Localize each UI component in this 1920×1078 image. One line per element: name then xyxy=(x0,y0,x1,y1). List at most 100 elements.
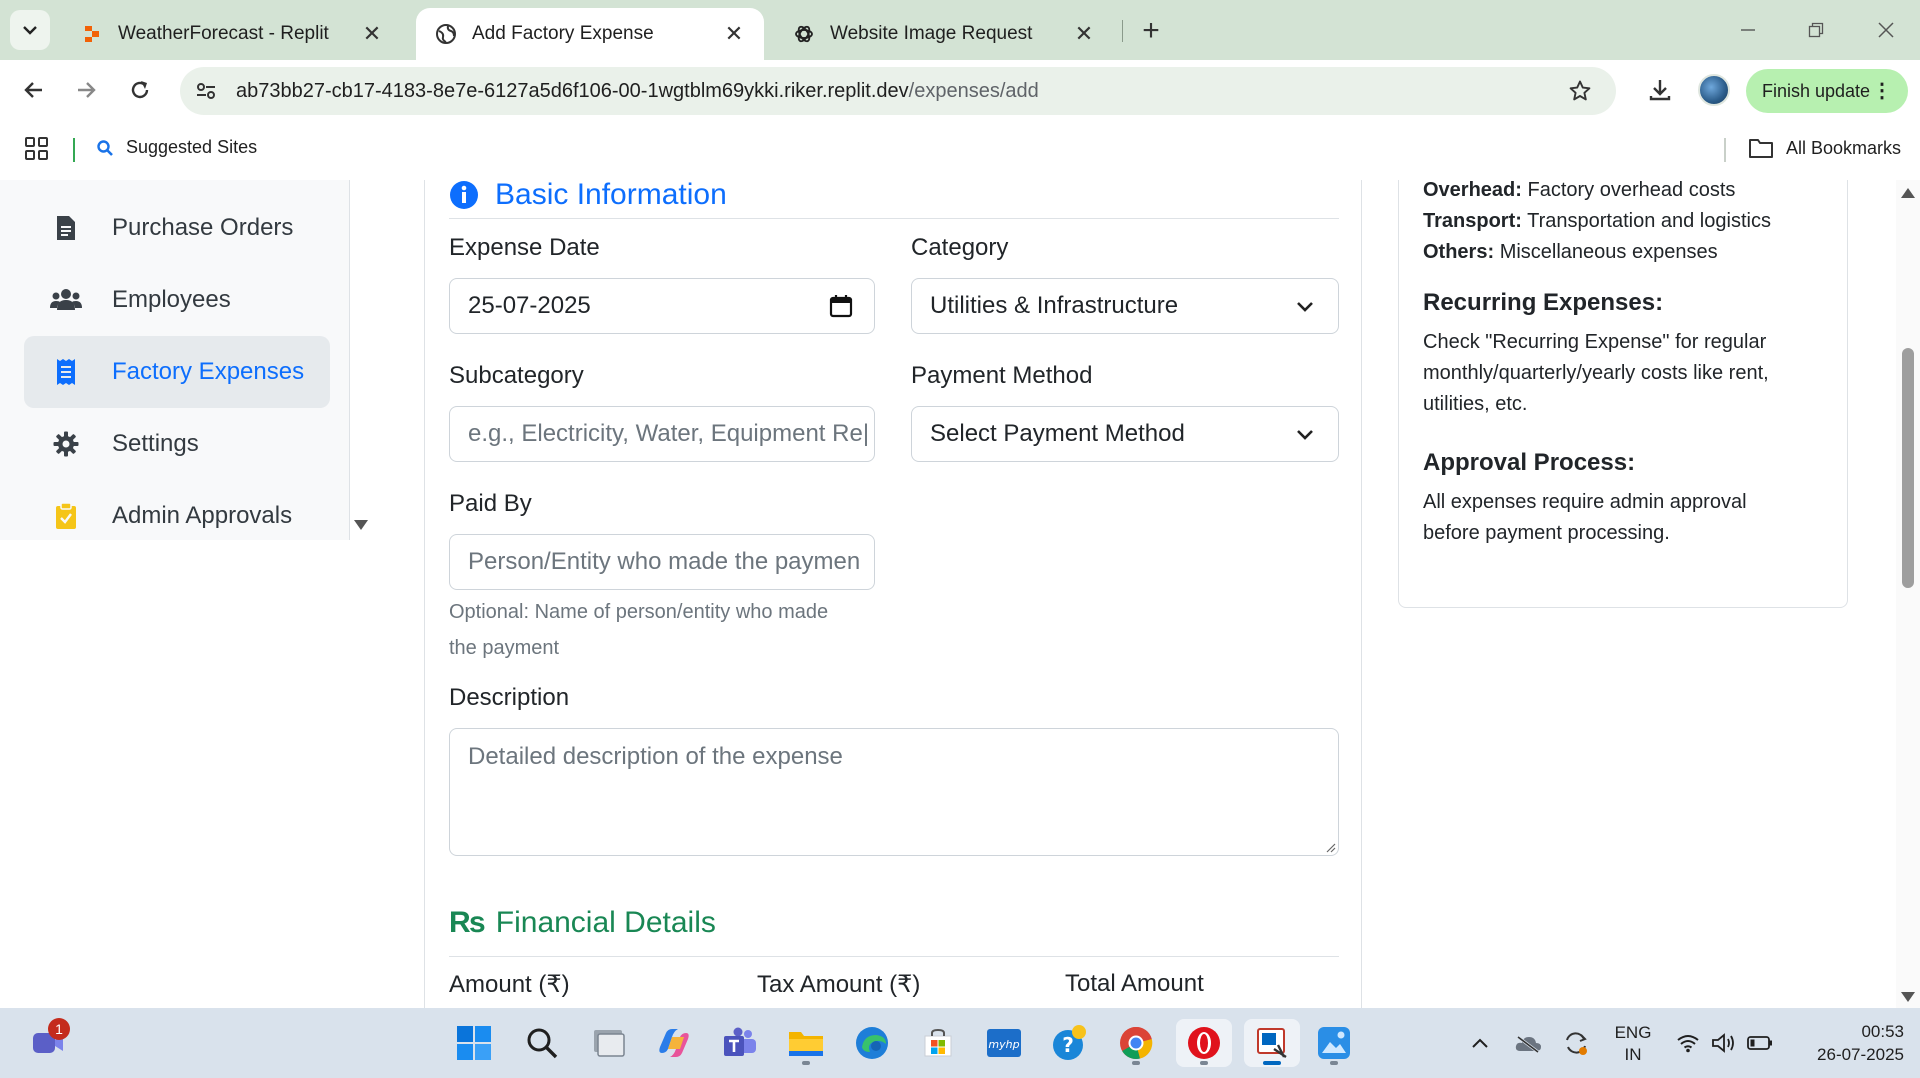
gear-icon xyxy=(48,426,84,462)
minimize-button[interactable] xyxy=(1724,10,1772,50)
tab-add-factory-expense[interactable]: Add Factory Expense ✕ xyxy=(416,8,764,60)
apps-grid-icon[interactable] xyxy=(24,136,52,164)
microsoft-store-icon[interactable] xyxy=(914,1019,962,1067)
tab-weatherforecast[interactable]: WeatherForecast - Replit ✕ xyxy=(62,8,402,60)
sidebar-scroll-down-arrow[interactable] xyxy=(354,520,368,530)
bookmark-suggested-sites[interactable]: Suggested Sites xyxy=(96,137,257,158)
replit-icon xyxy=(80,22,104,46)
users-icon xyxy=(48,282,84,318)
close-icon[interactable]: ✕ xyxy=(1072,21,1096,46)
scroll-down-arrow[interactable] xyxy=(1901,992,1915,1002)
payment-method-value: Select Payment Method xyxy=(930,420,1185,447)
restore-button[interactable] xyxy=(1792,10,1840,50)
forward-button[interactable] xyxy=(66,70,106,110)
search-icon[interactable] xyxy=(518,1019,566,1067)
chrome-icon[interactable] xyxy=(1112,1019,1160,1067)
back-button[interactable] xyxy=(14,70,54,110)
site-info-icon[interactable] xyxy=(186,71,226,111)
download-icon xyxy=(1649,80,1671,101)
description-label: Description xyxy=(449,684,570,711)
file-explorer-icon[interactable] xyxy=(782,1019,830,1067)
info-circle-icon xyxy=(450,181,478,209)
finish-update-button[interactable]: Finish update ⋮ xyxy=(1746,69,1908,113)
resize-grip-icon[interactable] xyxy=(1324,841,1336,853)
new-tab-button[interactable]: + xyxy=(1134,14,1168,48)
tab-separator xyxy=(1122,20,1123,42)
payment-method-select[interactable]: Select Payment Method xyxy=(911,406,1339,462)
calendar-icon[interactable] xyxy=(828,293,854,319)
language-indicator[interactable]: ENG IN xyxy=(1608,1022,1658,1066)
help-others-line: Others: Miscellaneous expenses xyxy=(1423,237,1718,268)
tab-website-image-request[interactable]: Website Image Request ✕ xyxy=(774,8,1114,60)
help-transport-line: Transport: Transportation and logistics xyxy=(1423,206,1771,237)
sidebar-item-settings[interactable]: Settings xyxy=(24,408,330,480)
close-icon[interactable]: ✕ xyxy=(360,21,384,46)
recurring-heading: Recurring Expenses: xyxy=(1423,289,1664,316)
globe-icon xyxy=(434,22,458,46)
help-desc: Transportation and logistics xyxy=(1527,210,1771,232)
browser-toolbar: ab73bb27-cb17-4183-8e7e-6127a5d6f106-00-… xyxy=(0,60,1920,120)
approval-heading: Approval Process: xyxy=(1423,449,1636,476)
help-icon[interactable]: ? xyxy=(1046,1019,1094,1067)
bookmarks-separator xyxy=(1724,138,1726,162)
volume-icon[interactable] xyxy=(1706,1008,1742,1078)
chevron-down-icon xyxy=(1297,430,1313,440)
sidebar-item-factory-expenses[interactable]: Factory Expenses xyxy=(24,336,330,408)
paid-by-label: Paid By xyxy=(449,490,532,517)
edge-icon[interactable] xyxy=(848,1019,896,1067)
task-view-icon[interactable] xyxy=(584,1019,632,1067)
download-button[interactable] xyxy=(1640,70,1680,110)
address-bar[interactable]: ab73bb27-cb17-4183-8e7e-6127a5d6f106-00-… xyxy=(180,67,1616,115)
openai-icon xyxy=(792,22,816,46)
sync-icon[interactable] xyxy=(1558,1008,1594,1078)
expense-date-value: 25-07-2025 xyxy=(468,292,591,319)
tab-search-button[interactable] xyxy=(10,10,50,50)
expense-date-input[interactable]: 25-07-2025 xyxy=(449,278,875,334)
sidebar-item-label: Settings xyxy=(112,430,199,457)
wifi-icon[interactable] xyxy=(1670,1008,1706,1078)
profile-avatar[interactable] xyxy=(1698,74,1730,106)
help-desc: Miscellaneous expenses xyxy=(1499,241,1718,263)
close-icon xyxy=(1878,22,1894,38)
photos-icon[interactable] xyxy=(1310,1019,1358,1067)
scrollbar-thumb[interactable] xyxy=(1902,348,1914,588)
scroll-up-arrow[interactable] xyxy=(1901,188,1915,198)
reload-button[interactable] xyxy=(120,70,160,110)
paid-by-input[interactable]: Person/Entity who made the paymen xyxy=(449,534,875,590)
bookmark-label: Suggested Sites xyxy=(126,137,258,157)
subcategory-input[interactable]: e.g., Electricity, Water, Equipment Re| xyxy=(449,406,875,462)
restore-icon xyxy=(1808,22,1824,38)
sidebar-item-purchase-orders[interactable]: Purchase Orders xyxy=(24,192,330,264)
search-icon xyxy=(97,139,113,156)
close-window-button[interactable] xyxy=(1862,10,1910,50)
show-hidden-icons-button[interactable] xyxy=(1462,1008,1498,1078)
description-placeholder: Detailed description of the expense xyxy=(468,743,843,770)
start-icon[interactable] xyxy=(450,1019,498,1067)
lang-line: ENG xyxy=(1614,1023,1652,1042)
page-scrollbar[interactable] xyxy=(1896,180,1920,1008)
battery-icon[interactable] xyxy=(1742,1008,1778,1078)
active-indicator xyxy=(1263,1061,1281,1065)
sidebar-item-admin-approvals[interactable]: Admin Approvals xyxy=(24,480,330,552)
copilot-icon[interactable] xyxy=(650,1019,698,1067)
myhp-icon[interactable]: myhp xyxy=(980,1019,1028,1067)
sidebar: Purchase Orders Employees Factory Expens… xyxy=(0,180,350,540)
text-line: All expenses require admin approval xyxy=(1423,491,1747,513)
taskbar-clock[interactable]: 00:53 26-07-2025 xyxy=(1790,1020,1904,1066)
arrow-right-icon xyxy=(78,82,96,98)
sidebar-item-employees[interactable]: Employees xyxy=(24,264,330,336)
file-icon xyxy=(48,210,84,246)
browser-tab-bar: WeatherForecast - Replit ✕ Add Factory E… xyxy=(0,0,1920,60)
teams-icon[interactable] xyxy=(716,1019,764,1067)
category-select[interactable]: Utilities & Infrastructure xyxy=(911,278,1339,334)
description-textarea[interactable]: Detailed description of the expense xyxy=(449,728,1339,856)
onedrive-icon[interactable] xyxy=(1510,1008,1546,1078)
help-line: Optional: Name of person/entity who made xyxy=(449,601,829,623)
sidebar-item-label: Employees xyxy=(112,286,231,313)
close-icon[interactable]: ✕ xyxy=(722,21,746,46)
all-bookmarks-button[interactable]: All Bookmarks xyxy=(1748,137,1901,159)
section-basic-information: Basic Information xyxy=(449,180,727,212)
bookmark-star-icon[interactable] xyxy=(1564,75,1596,107)
opera-icon[interactable] xyxy=(1176,1019,1232,1067)
snipping-tool-icon[interactable] xyxy=(1244,1019,1300,1067)
